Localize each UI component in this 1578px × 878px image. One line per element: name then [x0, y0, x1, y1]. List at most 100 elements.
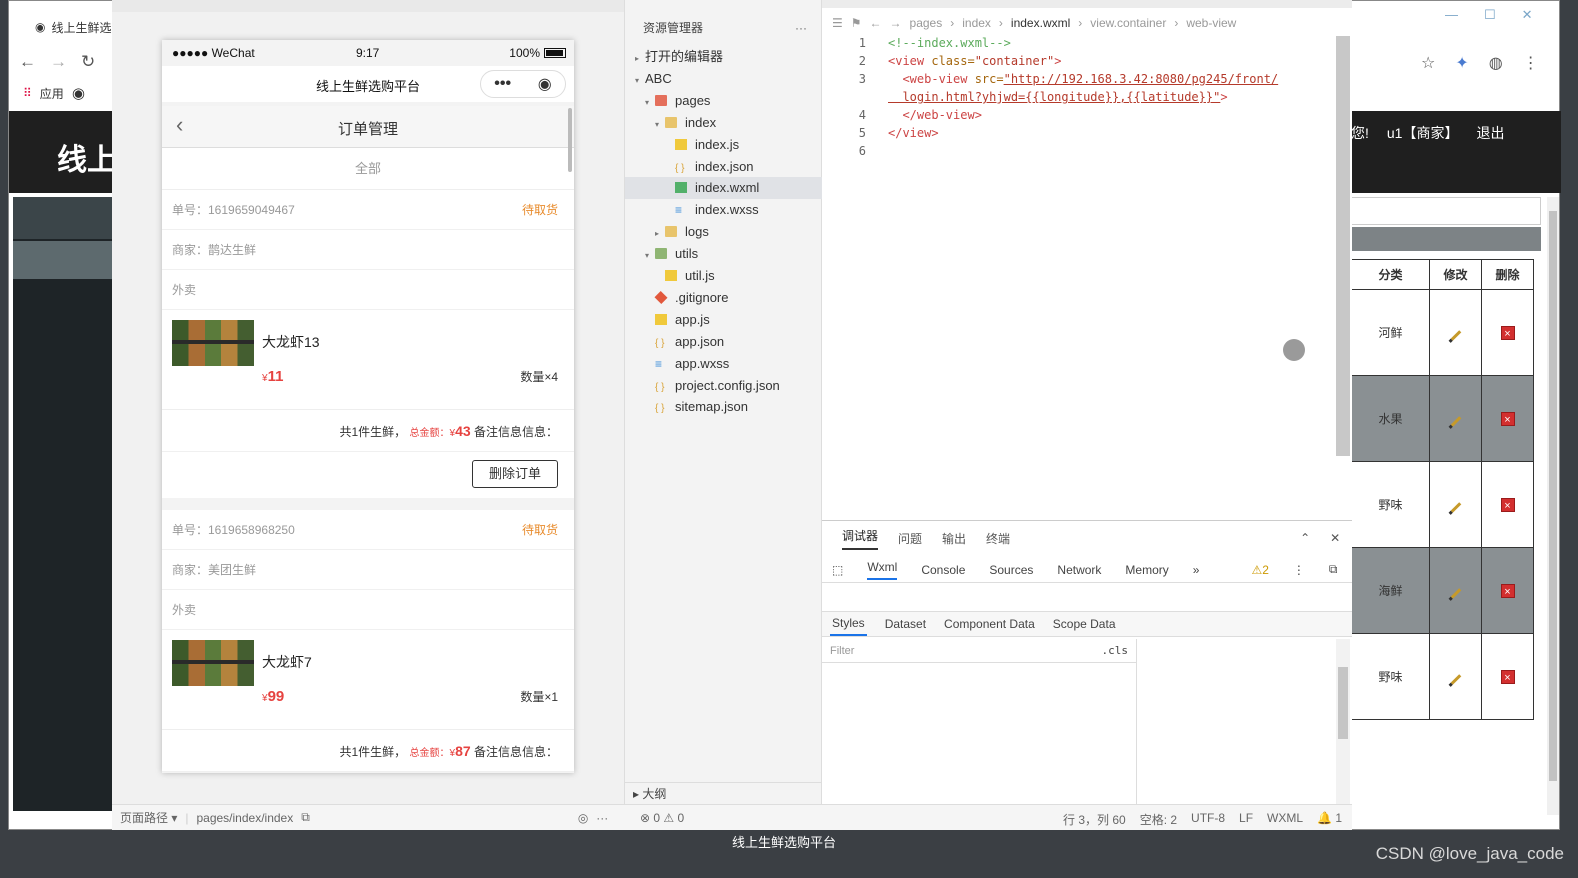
menu-dots-icon[interactable]: ⋮ [1523, 53, 1539, 73]
delete-icon[interactable]: × [1500, 669, 1515, 684]
code-line[interactable]: 3 <web-view src="http://192.168.3.42:808… [822, 70, 1342, 88]
tab-output[interactable]: 输出 [942, 530, 966, 547]
reload-icon[interactable]: ↻ [81, 52, 95, 72]
chevron-up-icon[interactable]: ⌃ [1300, 531, 1310, 545]
avatar-icon[interactable]: ◍ [1489, 53, 1503, 73]
pencil-icon[interactable] [1450, 329, 1461, 341]
code-line[interactable]: 1 <!--index.wxml--> [822, 34, 1342, 52]
simulator-scrollbar[interactable] [568, 108, 572, 172]
extension-icon[interactable]: ✦ [1455, 53, 1468, 73]
tab-console[interactable]: Console [921, 563, 965, 577]
breadcrumb-item[interactable]: pages [910, 16, 943, 30]
breadcrumb-item[interactable]: index.wxml [1011, 16, 1070, 30]
file-tree-item[interactable]: ▾ utils [625, 243, 823, 265]
breadcrumb-item[interactable]: view.container [1090, 16, 1166, 30]
tab-problems[interactable]: 问题 [898, 530, 922, 547]
outline-section[interactable]: ▸ 大纲 [625, 782, 823, 804]
code-line[interactable]: 2 <view class="container"> [822, 52, 1342, 70]
code-line[interactable]: 5 </view> [822, 124, 1342, 142]
bookmark-apps[interactable]: 应用 [40, 85, 64, 102]
pencil-icon[interactable] [1450, 587, 1461, 599]
minimize-icon[interactable]: — [1445, 7, 1458, 23]
capsule-button[interactable]: ••• ◉ [480, 70, 566, 98]
file-tree-item[interactable]: { } app.json [625, 331, 823, 353]
indent-setting[interactable]: 空格: 2 [1140, 811, 1177, 828]
search-bar[interactable] [1351, 197, 1541, 225]
eye-icon[interactable]: ◎ [578, 811, 588, 825]
tab-sources[interactable]: Sources [989, 563, 1033, 577]
more-dots-icon[interactable]: ··· [795, 14, 807, 42]
copy-icon[interactable]: ⧉ [301, 810, 310, 825]
tab-network[interactable]: Network [1057, 563, 1101, 577]
tab-debugger[interactable]: 调试器 [842, 527, 879, 550]
close-target-icon[interactable]: ◉ [538, 74, 552, 94]
close-icon[interactable]: ✕ [1330, 531, 1340, 545]
pencil-icon[interactable] [1450, 415, 1461, 427]
file-tree-item[interactable]: { } index.json [625, 156, 823, 178]
tab-dataset[interactable]: Dataset [885, 617, 926, 631]
star-icon[interactable]: ☆ [1421, 53, 1435, 73]
pencil-icon[interactable] [1450, 673, 1461, 685]
filter-tab-all[interactable]: 全部 [162, 148, 574, 190]
problems-count[interactable]: ⊗ 0 ⚠ 0 [640, 811, 684, 825]
editor-scrollbar[interactable] [1336, 36, 1350, 456]
file-tree-item[interactable]: ▾ pages [625, 90, 823, 112]
cls-toggle[interactable]: .cls [1102, 639, 1129, 663]
delete-icon[interactable]: × [1500, 411, 1515, 426]
file-tree-item[interactable]: index.js [625, 134, 823, 156]
file-tree-item[interactable]: { } sitemap.json [625, 396, 823, 418]
product-item[interactable]: 大龙虾13 ¥11 数量×4 [162, 310, 574, 410]
tab-wxml[interactable]: Wxml [867, 560, 898, 580]
more-icon[interactable]: ··· [596, 811, 608, 825]
more-dots-icon[interactable]: ••• [494, 75, 511, 93]
tab-memory[interactable]: Memory [1125, 563, 1168, 577]
inspect-icon[interactable]: ⬚ [832, 563, 843, 577]
file-tree-item[interactable]: ▾ index [625, 112, 823, 134]
file-tree-item[interactable]: app.js [625, 309, 823, 331]
devtools-scrollbar[interactable] [1336, 639, 1350, 805]
file-tree-item[interactable]: ▸ logs [625, 221, 823, 243]
styles-filter-input[interactable]: Filter .cls [822, 639, 1136, 663]
file-tree-item[interactable]: ▸ 打开的编辑器 [625, 46, 823, 68]
cursor-position[interactable]: 行 3，列 60 [1063, 811, 1126, 828]
file-tree-item[interactable]: ≡ index.wxss [625, 199, 823, 221]
tab-terminal[interactable]: 终端 [986, 530, 1010, 547]
nav-user[interactable]: u1【商家】 [1387, 123, 1459, 143]
close-icon[interactable]: ✕ [1522, 7, 1533, 23]
file-tree-item[interactable]: { } project.config.json [625, 375, 823, 397]
code-line[interactable]: 6 [822, 142, 1342, 160]
maximize-icon[interactable]: ☐ [1484, 7, 1496, 23]
delete-icon[interactable]: × [1500, 325, 1515, 340]
file-tree-item[interactable]: index.wxml [625, 177, 823, 200]
tab-component-data[interactable]: Component Data [944, 617, 1035, 631]
product-item[interactable]: 大龙虾7 ¥99 数量×1 [162, 630, 574, 730]
file-tree-item[interactable]: util.js [625, 265, 823, 287]
encoding[interactable]: UTF-8 [1191, 811, 1225, 828]
back-arrow-icon[interactable]: ← [870, 16, 882, 30]
file-tree-item[interactable]: ≡ app.wxss [625, 353, 823, 375]
sidebar-item[interactable] [13, 241, 113, 279]
delete-order-button[interactable]: 删除订单 [472, 460, 558, 488]
code-line[interactable]: 4 </web-view> [822, 106, 1342, 124]
bookmark-icon[interactable]: ⚑ [851, 16, 862, 30]
notifications[interactable]: 🔔 1 [1317, 811, 1342, 828]
delete-icon[interactable]: × [1500, 583, 1515, 598]
code-line[interactable]: login.html?yhjwd={{longitude}},{{latitud… [822, 88, 1342, 106]
pencil-icon[interactable] [1450, 501, 1461, 513]
list-icon[interactable]: ☰ [832, 16, 843, 30]
tab-styles[interactable]: Styles [830, 612, 867, 636]
file-tree-item[interactable]: ▾ ABC [625, 68, 823, 90]
back-arrow-icon[interactable]: ← [19, 52, 36, 72]
apps-grid-icon[interactable]: ⠿ [23, 86, 32, 100]
forward-arrow-icon[interactable]: → [50, 52, 67, 72]
nav-logout[interactable]: 退出 [1476, 123, 1504, 143]
more-tabs-icon[interactable]: » [1193, 563, 1200, 577]
sidebar-item[interactable] [13, 197, 113, 239]
breadcrumb-item[interactable]: web-view [1186, 16, 1236, 30]
globe-icon[interactable]: ◉ [72, 84, 85, 102]
line-ending[interactable]: LF [1239, 811, 1253, 828]
page-scrollbar[interactable] [1547, 197, 1559, 815]
page-path-dropdown[interactable]: 页面路径 ▾ [120, 809, 177, 826]
language-mode[interactable]: WXML [1267, 811, 1303, 828]
breadcrumb-item[interactable]: index [962, 16, 991, 30]
